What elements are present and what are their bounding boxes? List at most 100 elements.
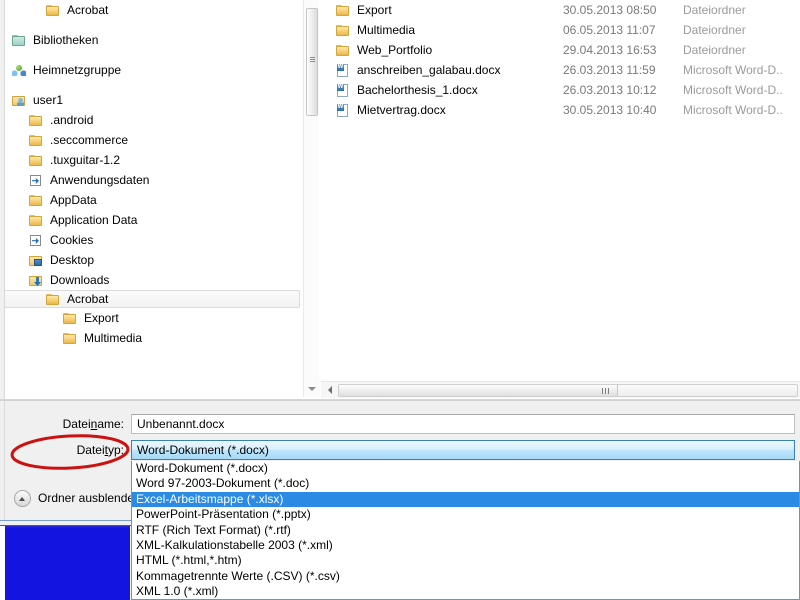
filetype-option[interactable]: Word-Dokument (*.docx) — [132, 461, 799, 476]
tree-item-label: .android — [50, 113, 94, 127]
file-type-cell: Dateiordner — [683, 23, 746, 37]
folder-icon — [62, 331, 78, 345]
file-date-cell: 26.03.2013 10:12 — [563, 83, 657, 97]
library-icon — [11, 33, 27, 47]
desktop-icon — [28, 253, 44, 267]
scrollbar-grip-icon — [602, 387, 609, 394]
filetype-option[interactable]: XML 1.0 (*.xml) — [132, 584, 799, 599]
desktop-background — [5, 526, 130, 600]
hscroll-left-button[interactable] — [321, 382, 338, 399]
network-icon — [11, 63, 27, 77]
filetype-option[interactable]: Excel-Arbeitsmappe (*.xlsx) — [132, 491, 799, 508]
hscroll-thumb[interactable] — [339, 384, 618, 396]
filetype-combobox[interactable]: Word-Dokument (*.docx) — [131, 440, 795, 460]
tree-item-acrobat[interactable]: Acrobat — [5, 0, 302, 20]
navigation-tree-pane[interactable]: Acrobat Bibliotheken Heimnetzgruppe user1 .a… — [5, 0, 302, 397]
file-type-cell: Dateiordner — [683, 3, 746, 17]
tree-item-label: Application Data — [50, 213, 138, 227]
tree-item-label: Downloads — [50, 273, 110, 287]
filetype-option[interactable]: HTML (*.html,*.htm) — [132, 553, 799, 568]
folder-icon — [45, 3, 61, 17]
folder-icon — [62, 311, 78, 325]
filetype-dropdown-list[interactable]: Word-Dokument (*.docx) Word 97-2003-Dokum… — [131, 461, 800, 600]
folder-icon — [28, 133, 44, 147]
file-list-row[interactable]: Export 30.05.2013 08:50 Dateiordner — [321, 0, 800, 20]
folder-icon — [335, 23, 351, 37]
tree-item-appdata[interactable]: AppData — [5, 190, 302, 210]
chevron-left-icon — [327, 386, 332, 394]
file-type-cell: Microsoft Word-D.. — [683, 103, 783, 117]
filetype-option[interactable]: Word 97-2003-Dokument (*.doc) — [132, 476, 799, 491]
file-name-cell: Web_Portfolio — [357, 43, 433, 57]
file-list-horizontal-scrollbar[interactable] — [321, 381, 800, 398]
navigation-vertical-scrollbar[interactable] — [303, 0, 320, 397]
tree-item-label: Acrobat — [67, 292, 109, 306]
file-list-row[interactable]: anschreiben_galabau.docx 26.03.2013 11:59… — [321, 60, 800, 80]
file-list-row[interactable]: Multimedia 06.05.2013 11:07 Dateiordner — [321, 20, 800, 40]
navigation-scrollbar-thumb[interactable] — [306, 8, 318, 116]
save-as-dialog-screenshot: Acrobat Bibliotheken Heimnetzgruppe user1 .a… — [0, 0, 800, 600]
folder-icon — [45, 292, 61, 306]
tree-item-android[interactable]: .android — [5, 110, 302, 130]
filename-input[interactable]: Unbenannt.docx — [131, 414, 795, 434]
folder-icon — [28, 153, 44, 167]
filename-label-text: Dateiname: — [62, 417, 124, 431]
file-date-cell: 06.05.2013 11:07 — [563, 23, 656, 37]
chevron-down-icon — [308, 386, 316, 391]
file-type-cell: Microsoft Word-D.. — [683, 63, 783, 77]
shortcut-icon — [28, 233, 44, 247]
tree-item-acrobat[interactable]: Acrobat — [5, 290, 300, 308]
shortcut-icon — [28, 173, 44, 187]
word-doc-icon — [335, 63, 351, 77]
tree-item-export[interactable]: Export — [5, 308, 302, 328]
tree-item-label: Cookies — [50, 233, 94, 247]
tree-item-multimedia[interactable]: Multimedia — [5, 328, 302, 348]
hide-folders-button[interactable]: Ordner ausblenden — [14, 487, 141, 509]
tree-item-label: user1 — [33, 93, 64, 107]
filetype-option[interactable]: XML-Kalkulationstabelle 2003 (*.xml) — [132, 538, 799, 553]
file-browser-area: Acrobat Bibliotheken Heimnetzgruppe user1 .a… — [0, 0, 800, 400]
file-date-cell: 26.03.2013 11:59 — [563, 63, 656, 77]
filetype-option[interactable]: RTF (Rich Text Format) (*.rtf) — [132, 523, 799, 538]
file-type-cell: Microsoft Word-D.. — [683, 83, 783, 97]
file-list-row[interactable]: Bachelorthesis_1.docx 26.03.2013 10:12 Mic… — [321, 80, 800, 100]
tree-item-label: Acrobat — [67, 3, 109, 17]
folder-icon — [28, 213, 44, 227]
file-name-cell: Bachelorthesis_1.docx — [357, 83, 478, 97]
filetype-option[interactable]: PowerPoint-Präsentation (*.pptx) — [132, 507, 799, 522]
filetype-option[interactable]: Kommagetrennte Werte (.CSV) (*.csv) — [132, 569, 799, 584]
file-list-row[interactable]: Mietvertrag.docx 30.05.2013 10:40 Microsof… — [321, 100, 800, 120]
folder-icon — [335, 43, 351, 57]
file-date-cell: 29.04.2013 16:53 — [563, 43, 657, 57]
user-folder-icon — [11, 93, 27, 107]
folder-icon — [28, 193, 44, 207]
navigation-scroll-down-button[interactable] — [304, 380, 320, 397]
tree-item-tuxguitar-1-2[interactable]: .tuxguitar-1.2 — [5, 150, 302, 170]
file-name-cell: Mietvertrag.docx — [357, 103, 446, 117]
tree-item-label: AppData — [50, 193, 97, 207]
tree-item-downloads[interactable]: Downloads — [5, 270, 302, 290]
filetype-label-text: Dateityp: — [76, 443, 124, 457]
tree-item-user1[interactable]: user1 — [5, 90, 302, 110]
tree-item-bibliotheken[interactable]: Bibliotheken — [5, 30, 302, 50]
tree-item-heimnetzgruppe[interactable]: Heimnetzgruppe — [5, 60, 302, 80]
filename-label: Dateiname: — [14, 417, 124, 431]
tree-item-cookies[interactable]: Cookies — [5, 230, 302, 250]
filetype-label: Dateityp: — [14, 443, 124, 457]
file-list-pane[interactable]: Export 30.05.2013 08:50 Dateiordner Multime… — [321, 0, 800, 380]
hscroll-track[interactable] — [338, 383, 798, 397]
tree-item-anwendungsdaten[interactable]: Anwendungsdaten — [5, 170, 302, 190]
tree-item-label: Heimnetzgruppe — [33, 63, 122, 77]
tree-item-seccommerce[interactable]: .seccommerce — [5, 130, 302, 150]
file-date-cell: 30.05.2013 08:50 — [563, 3, 657, 17]
tree-item-application-data[interactable]: Application Data — [5, 210, 302, 230]
tree-item-label: .tuxguitar-1.2 — [50, 153, 121, 167]
file-list-row[interactable]: Web_Portfolio 29.04.2013 16:53 Dateiordner — [321, 40, 800, 60]
file-type-cell: Dateiordner — [683, 43, 746, 57]
file-name-cell: Export — [357, 3, 392, 17]
tree-item-desktop[interactable]: Desktop — [5, 250, 302, 270]
folder-icon — [28, 113, 44, 127]
tree-item-label: Anwendungsdaten — [50, 173, 150, 187]
tree-item-label: Multimedia — [84, 331, 143, 345]
panel-left-edge — [0, 401, 5, 523]
